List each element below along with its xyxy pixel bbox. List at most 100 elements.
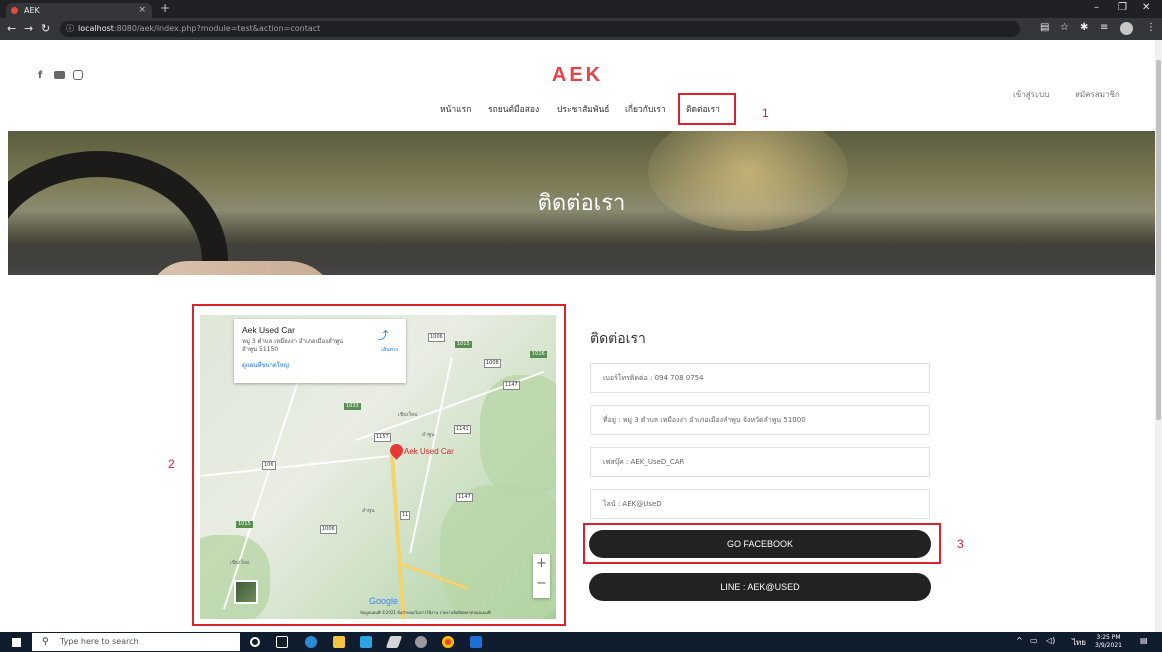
file-explorer-icon[interactable] — [333, 636, 345, 648]
clock-time: 3:25 PM — [1096, 634, 1121, 641]
map-town-label: เชียงใหม่ — [230, 560, 250, 566]
zoom-out-button[interactable]: − — [533, 574, 550, 594]
web-page: f AEK เข้าสู่ระบบ สมัครสมาชิก หน้าแรก รถ… — [0, 40, 1155, 632]
address-field: ที่อยู่ : หมู่ 3 ตำบล เหมืองง่า อำเภอเมื… — [590, 405, 930, 435]
url-path: :8080/aek/index.php?module=test&action=c… — [113, 24, 321, 33]
search-icon: ⚲ — [42, 637, 49, 647]
url-input[interactable]: ⓘ localhost:8080/aek/index.php?module=te… — [60, 21, 1020, 37]
route-shield: 106 — [262, 461, 276, 470]
windows-taskbar: ⚲ Type here to search ^ ▭ ◁) ไทย 3:25 PM… — [0, 632, 1162, 652]
nav-home[interactable]: หน้าแรก — [440, 102, 471, 116]
line-field: ไลน์ : AEK@UseD — [590, 489, 930, 519]
app-icon[interactable] — [385, 636, 403, 648]
edge-icon[interactable] — [305, 636, 317, 648]
store-icon[interactable] — [360, 636, 372, 648]
app-icon[interactable] — [470, 636, 482, 648]
map-forest — [480, 375, 556, 495]
annotation-label-2: 2 — [168, 457, 175, 471]
tray-chevron-icon[interactable]: ^ — [1016, 636, 1023, 645]
hero-banner: ติดต่อเรา — [8, 131, 1155, 275]
route-shield: 1147 — [456, 493, 473, 502]
menu-icon[interactable]: ⋮ — [1146, 22, 1156, 33]
route-shield: 1006 — [428, 333, 445, 342]
maximize-button[interactable]: ❐ — [1118, 2, 1127, 13]
site-favicon-icon — [11, 7, 18, 14]
task-view-icon[interactable] — [276, 636, 288, 648]
google-logo: Google — [369, 596, 399, 606]
annotation-label-3: 3 — [957, 537, 964, 551]
clock-date: 3/9/2021 — [1095, 642, 1122, 649]
bookmark-star-icon[interactable]: ☆ — [1060, 22, 1069, 33]
notifications-icon[interactable]: ▤ — [1140, 636, 1148, 645]
app-icon[interactable] — [415, 636, 427, 648]
network-icon[interactable]: ▭ — [1030, 636, 1038, 645]
map-forest — [440, 485, 556, 619]
map-town-label: ลำพูน — [422, 432, 435, 438]
google-map[interactable]: 1006 1147 1015 1016 1008 1033 1141 1157 … — [200, 315, 556, 619]
address-bar-area: ← → ↻ ⓘ localhost:8080/aek/index.php?mod… — [0, 18, 1162, 40]
map-town-label: เชียงใหม่ — [398, 412, 418, 418]
route-shield: 1015 — [236, 521, 253, 528]
forward-icon[interactable]: → — [24, 22, 33, 35]
map-highway — [390, 455, 406, 619]
zoom-in-button[interactable]: + — [533, 554, 550, 574]
directions-icon[interactable]: ⤴ — [372, 327, 394, 343]
zoom-control: + − — [533, 554, 550, 598]
input-language[interactable]: ไทย — [1072, 636, 1086, 649]
route-shield: 1141 — [454, 425, 471, 434]
map-marker-label: Aek Used Car — [404, 447, 454, 456]
map-info-card: Aek Used Car หมู่ 3 ตำบล เหมืองง่า อำเภอ… — [234, 319, 406, 383]
register-link[interactable]: สมัครสมาชิก — [1075, 88, 1120, 101]
back-icon[interactable]: ← — [7, 22, 16, 35]
browser-tab-strip: AEK × + – ❐ ✕ — [0, 0, 1162, 18]
browser-tab[interactable]: AEK × — [6, 3, 152, 18]
route-shield: 1015 — [455, 341, 472, 348]
map-footer[interactable]: ข้อมูลแผนที่ ©2021 ข้อกำหนดในการใช้งาน ร… — [360, 609, 490, 616]
extensions-icon[interactable]: ✱ — [1080, 22, 1088, 33]
map-place-address: หมู่ 3 ตำบล เหมืองง่า อำเภอเมืองลำพูน ลำ… — [242, 338, 344, 353]
translate-icon[interactable]: ▤ — [1040, 22, 1049, 33]
line-button[interactable]: LINE : AEK@USED — [589, 573, 931, 601]
chrome-icon[interactable] — [442, 636, 454, 648]
profile-avatar[interactable] — [1120, 22, 1133, 35]
tab-title: AEK — [24, 6, 40, 15]
cortana-icon[interactable] — [250, 637, 260, 647]
windows-start-icon[interactable] — [12, 638, 21, 647]
site-logo[interactable]: AEK — [0, 64, 1155, 87]
reading-list-icon[interactable]: ≡ — [1100, 22, 1108, 33]
larger-map-link[interactable]: ดูแผนที่ขนาดใหญ่ — [242, 360, 398, 370]
route-shield: 11 — [400, 511, 411, 520]
nav-about[interactable]: เกี่ยวกับเรา — [625, 102, 666, 116]
taskbar-search-input[interactable]: ⚲ Type here to search — [32, 633, 240, 651]
hero-title: ติดต่อเรา — [537, 191, 626, 216]
search-placeholder: Type here to search — [60, 637, 139, 646]
volume-icon[interactable]: ◁) — [1046, 636, 1055, 645]
nav-used-cars[interactable]: รถยนต์มือสอง — [488, 102, 539, 116]
facebook-field: เฟสบุ๊ค : AEK_UseD_CAR — [590, 447, 930, 477]
route-shield: 1016 — [530, 351, 547, 358]
url-host: localhost — [78, 24, 114, 33]
taskbar-clock[interactable]: 3:25 PM 3/9/2021 — [1095, 634, 1122, 650]
minimize-button[interactable]: – — [1094, 2, 1099, 13]
tab-close-icon[interactable]: × — [138, 3, 146, 18]
phone-field: เบอร์โทรติดต่อ : 094 708 0754 — [590, 363, 930, 393]
directions-link[interactable]: เส้นทาง — [381, 346, 398, 354]
annotation-label-1: 1 — [762, 106, 769, 120]
route-shield: 1033 — [344, 403, 361, 410]
route-shield: 1157 — [374, 433, 391, 442]
route-shield: 1008 — [484, 359, 501, 368]
map-town-label: ลำพูน — [362, 508, 375, 514]
scrollbar-thumb[interactable] — [1156, 60, 1161, 420]
route-shield: 1147 — [503, 381, 520, 390]
annotation-box-1 — [678, 93, 736, 125]
reload-icon[interactable]: ↻ — [41, 22, 50, 35]
go-facebook-button[interactable]: GO FACEBOOK — [589, 530, 931, 558]
route-shield: 1006 — [320, 525, 337, 534]
close-window-button[interactable]: ✕ — [1142, 2, 1150, 13]
new-tab-button[interactable]: + — [160, 1, 170, 15]
contact-heading: ติดต่อเรา — [590, 331, 646, 347]
site-info-icon[interactable]: ⓘ — [66, 21, 74, 37]
nav-news[interactable]: ประชาสัมพันธ์ — [557, 102, 609, 116]
login-link[interactable]: เข้าสู่ระบบ — [1013, 88, 1049, 101]
satellite-toggle[interactable] — [234, 580, 258, 604]
